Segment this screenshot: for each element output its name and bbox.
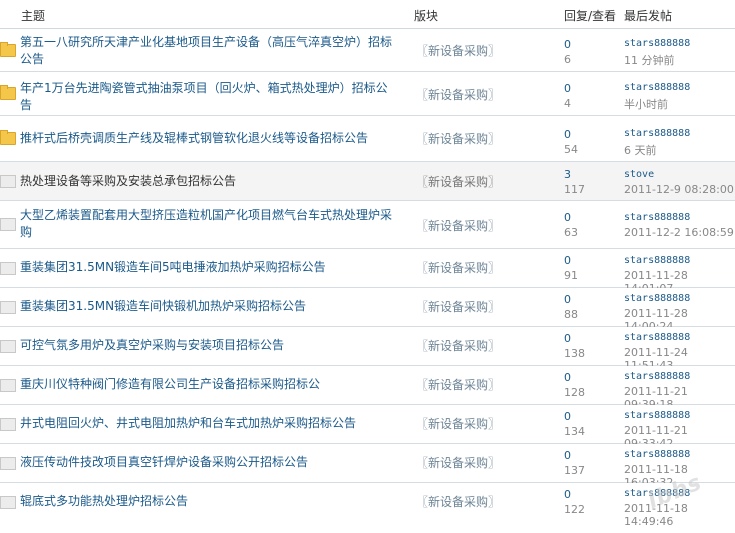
table-row[interactable]: 大型乙烯装置配套用大型挤压造粒机国产化项目燃气台车式热处理炉采购 〖新设备采购〗… <box>0 201 735 249</box>
reply-count: 3 <box>564 168 571 181</box>
topic-link[interactable]: 井式电阻回火炉、井式电阻加热炉和台车式加热炉采购招标公告 <box>20 415 396 432</box>
view-count: 117 <box>564 183 585 196</box>
folder-icon <box>0 42 16 57</box>
reply-count: 0 <box>564 410 571 423</box>
view-count: 63 <box>564 226 578 239</box>
reply-count: 0 <box>564 332 571 345</box>
topic-link[interactable]: 重装集团31.5MN锻造车间快锻机加热炉采购招标公告 <box>20 298 396 315</box>
last-post-user[interactable]: stars888888 <box>624 38 690 49</box>
table-row[interactable]: 井式电阻回火炉、井式电阻加热炉和台车式加热炉采购招标公告 〖新设备采购〗 0 1… <box>0 405 735 450</box>
view-count: 128 <box>564 386 585 399</box>
topic-link[interactable]: 重装集团31.5MN锻造车间5吨电捶液加热炉采购招标公告 <box>20 259 396 276</box>
topic-link[interactable]: 辊底式多功能热处理炉招标公告 <box>20 493 396 510</box>
topic-link[interactable]: 液压传动件技改项目真空钎焊炉设备采购公开招标公告 <box>20 454 396 471</box>
view-count: 134 <box>564 425 585 438</box>
forum-link[interactable]: 〖新设备采购〗 <box>416 173 500 190</box>
table-row[interactable]: 推杆式后桥壳调质生产线及辊棒式钢管软化退火线等设备招标公告 〖新设备采购〗 0 … <box>0 116 735 162</box>
table-row[interactable]: 重庆川仪特种阀门修造有限公司生产设备招标采购招标公 〖新设备采购〗 0 128 … <box>0 366 735 411</box>
last-post-time[interactable]: 2011-12-2 16:08:59 <box>624 226 734 239</box>
topic-link[interactable]: 推杆式后桥壳调质生产线及辊棒式钢管软化退火线等设备招标公告 <box>20 130 396 147</box>
last-post-user[interactable]: stars888888 <box>624 255 690 266</box>
topic-link[interactable]: 大型乙烯装置配套用大型挤压造粒机国产化项目燃气台车式热处理炉采购 <box>20 207 396 241</box>
forum-link[interactable]: 〖新设备采购〗 <box>416 298 500 315</box>
last-post-user[interactable]: stars888888 <box>624 371 690 382</box>
reply-count: 0 <box>564 254 571 267</box>
last-post-user[interactable]: stars888888 <box>624 212 690 223</box>
last-post-time[interactable]: 6 天前 <box>624 142 657 158</box>
table-row[interactable]: 第五一八研究所天津产业化基地项目生产设备（高压气淬真空炉）招标公告 〖新设备采购… <box>0 29 735 72</box>
forum-link[interactable]: 〖新设备采购〗 <box>416 493 500 510</box>
document-icon <box>0 262 16 275</box>
forum-link[interactable]: 〖新设备采购〗 <box>416 376 500 393</box>
document-icon <box>0 175 16 188</box>
view-count: 54 <box>564 143 578 156</box>
view-count: 137 <box>564 464 585 477</box>
folder-icon <box>0 85 16 100</box>
table-row[interactable]: 热处理设备等采购及安装总承包招标公告 〖新设备采购〗 3 117 stove 2… <box>0 162 735 201</box>
reply-count: 0 <box>564 449 571 462</box>
view-count: 91 <box>564 269 578 282</box>
last-post-user[interactable]: stars888888 <box>624 128 690 139</box>
reply-count: 0 <box>564 371 571 384</box>
reply-count: 0 <box>564 128 571 141</box>
header-replies-views: 回复/查看 <box>564 9 617 23</box>
folder-icon <box>0 130 16 145</box>
topic-link[interactable]: 热处理设备等采购及安装总承包招标公告 <box>20 173 396 190</box>
forum-link[interactable]: 〖新设备采购〗 <box>416 86 500 103</box>
last-post-time[interactable]: 11 分钟前 <box>624 52 675 68</box>
header-forum: 版块 <box>414 9 439 23</box>
forum-link[interactable]: 〖新设备采购〗 <box>416 130 500 147</box>
topic-link[interactable]: 第五一八研究所天津产业化基地项目生产设备（高压气淬真空炉）招标公告 <box>20 34 396 68</box>
forum-link[interactable]: 〖新设备采购〗 <box>416 337 500 354</box>
table-row[interactable]: 重装集团31.5MN锻造车间5吨电捶液加热炉采购招标公告 〖新设备采购〗 0 9… <box>0 249 735 295</box>
header-last-post: 最后发帖 <box>624 9 673 23</box>
view-count: 6 <box>564 53 571 66</box>
last-post-time[interactable]: 半小时前 <box>624 96 668 112</box>
view-count: 138 <box>564 347 585 360</box>
reply-count: 0 <box>564 82 571 95</box>
document-icon <box>0 218 16 231</box>
document-icon <box>0 340 16 353</box>
table-row[interactable]: 重装集团31.5MN锻造车间快锻机加热炉采购招标公告 〖新设备采购〗 0 88 … <box>0 288 735 333</box>
forum-link[interactable]: 〖新设备采购〗 <box>416 415 500 432</box>
view-count: 88 <box>564 308 578 321</box>
reply-count: 0 <box>564 38 571 51</box>
document-icon <box>0 301 16 314</box>
view-count: 122 <box>564 503 585 516</box>
table-row[interactable]: 辊底式多功能热处理炉招标公告 〖新设备采购〗 0 122 stars888888… <box>0 483 735 528</box>
topic-link[interactable]: 年产1万台先进陶瓷管式抽油泵项目（回火炉、箱式热处理炉）招标公告 <box>20 80 396 114</box>
last-post-user[interactable]: stars888888 <box>624 449 690 460</box>
last-post-user[interactable]: stars888888 <box>624 293 690 304</box>
forum-link[interactable]: 〖新设备采购〗 <box>416 42 500 59</box>
last-post-time[interactable]: 2011-12-9 08:28:00 <box>624 183 734 196</box>
table-row[interactable]: 液压传动件技改项目真空钎焊炉设备采购公开招标公告 〖新设备采购〗 0 137 s… <box>0 444 735 489</box>
table-row[interactable]: 可控气氛多用炉及真空炉采购与安装项目招标公告 〖新设备采购〗 0 138 sta… <box>0 327 735 372</box>
view-count: 4 <box>564 97 571 110</box>
document-icon <box>0 496 16 509</box>
forum-link[interactable]: 〖新设备采购〗 <box>416 259 500 276</box>
topic-link[interactable]: 可控气氛多用炉及真空炉采购与安装项目招标公告 <box>20 337 396 354</box>
last-post-user[interactable]: stove <box>624 169 654 180</box>
forum-link[interactable]: 〖新设备采购〗 <box>416 454 500 471</box>
table-row[interactable]: 年产1万台先进陶瓷管式抽油泵项目（回火炉、箱式热处理炉）招标公告 〖新设备采购〗… <box>0 72 735 116</box>
reply-count: 0 <box>564 211 571 224</box>
last-post-user[interactable]: stars888888 <box>624 332 690 343</box>
header-topic: 主题 <box>21 9 46 23</box>
reply-count: 0 <box>564 488 571 501</box>
table-header: 主题 版块 回复/查看 最后发帖 <box>0 0 735 29</box>
last-post-user[interactable]: stars888888 <box>624 82 690 93</box>
document-icon <box>0 379 16 392</box>
forum-link[interactable]: 〖新设备采购〗 <box>416 217 500 234</box>
last-post-user[interactable]: stars888888 <box>624 410 690 421</box>
document-icon <box>0 418 16 431</box>
reply-count: 0 <box>564 293 571 306</box>
topic-link[interactable]: 重庆川仪特种阀门修造有限公司生产设备招标采购招标公 <box>20 376 396 393</box>
document-icon <box>0 457 16 470</box>
